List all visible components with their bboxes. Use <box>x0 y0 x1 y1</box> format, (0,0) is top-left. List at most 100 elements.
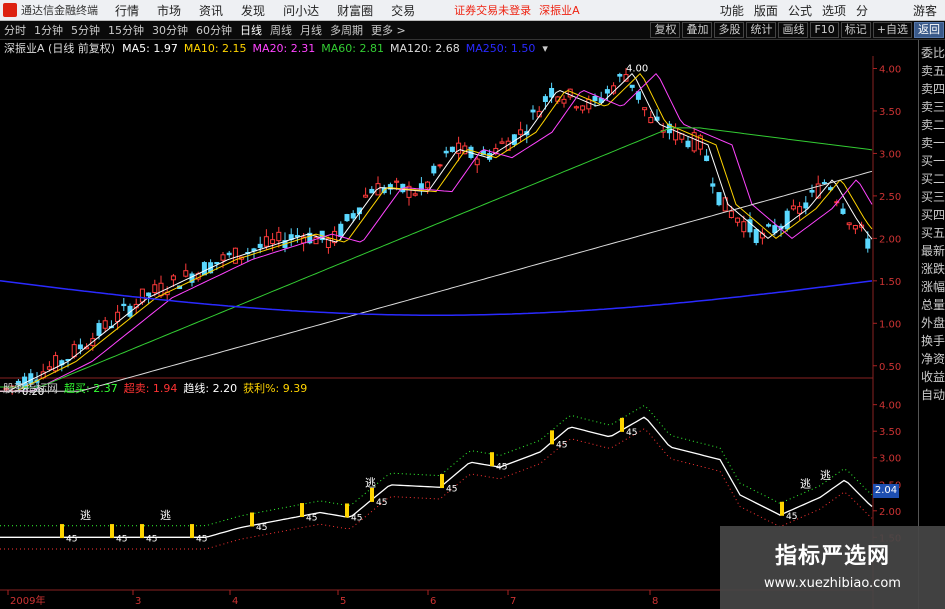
candle-body <box>77 344 83 350</box>
period-monthly[interactable]: 月线 <box>300 22 322 38</box>
sidebar-item-change[interactable]: 涨跌 <box>920 260 945 278</box>
sidebar-item-ask5[interactable]: 卖五 <box>920 62 945 80</box>
sidebar-item-committee-ratio[interactable]: 委比 <box>920 44 945 62</box>
menu-item-quotes[interactable]: 行情 <box>115 2 139 19</box>
guest-button[interactable]: 游客 <box>913 2 937 19</box>
menu-item-split[interactable]: 分 <box>856 2 868 19</box>
candle-body <box>201 262 207 276</box>
sidebar-item-outer[interactable]: 外盘 <box>920 314 945 332</box>
high-annotation: 4.00 <box>626 63 648 74</box>
candle-body <box>846 222 852 226</box>
menu-item-trade[interactable]: 交易 <box>391 2 415 19</box>
sidebar-item-bid2[interactable]: 买二 <box>920 170 945 188</box>
candle-body <box>338 223 344 237</box>
signal-label: 45 <box>556 441 567 451</box>
sidebar-item-net-asset[interactable]: 净资 <box>920 350 945 368</box>
sidebar-item-last[interactable]: 最新 <box>920 242 945 260</box>
multi-stock-button[interactable]: 多股 <box>714 22 745 38</box>
period-30min[interactable]: 30分钟 <box>152 22 188 38</box>
menu-item-news[interactable]: 资讯 <box>199 2 223 19</box>
menu-item-options[interactable]: 选项 <box>822 2 846 19</box>
candle-body <box>115 311 121 323</box>
candle-body <box>437 164 443 167</box>
mark-button[interactable]: 标记 <box>840 22 871 38</box>
adjust-button[interactable]: 复权 <box>650 22 681 38</box>
candle-body <box>542 96 548 102</box>
ma5-label: MA5: 1.97 <box>122 41 178 55</box>
signal-label: 45 <box>196 534 207 544</box>
period-timeshare[interactable]: 分时 <box>4 22 26 38</box>
ma10-label: MA10: 2.15 <box>183 41 247 55</box>
period-more[interactable]: 更多 > <box>371 22 406 38</box>
candle-body <box>673 127 679 141</box>
period-weekly[interactable]: 周线 <box>270 22 292 38</box>
period-15min[interactable]: 15分钟 <box>108 22 144 38</box>
add-watchlist-button[interactable]: +自选 <box>872 22 912 38</box>
candle-body <box>530 109 536 113</box>
menu-item-wealth[interactable]: 财富圈 <box>337 2 373 19</box>
profit-bar <box>370 487 374 502</box>
sidebar-item-change-pct[interactable]: 涨幅 <box>920 278 945 296</box>
sidebar-item-auto[interactable]: 自动 <box>920 386 945 404</box>
signal-label: 45 <box>786 512 797 522</box>
candle-body <box>214 261 220 265</box>
trend-line <box>0 416 873 538</box>
menu-item-formula[interactable]: 公式 <box>788 2 812 19</box>
period-daily[interactable]: 日线 <box>240 22 262 38</box>
candle-body <box>592 96 598 102</box>
candle-body <box>350 213 356 219</box>
price-tick-label: 0.50 <box>879 362 901 373</box>
period-5min[interactable]: 5分钟 <box>71 22 100 38</box>
candle-body <box>586 98 592 110</box>
sidebar-item-ask1[interactable]: 卖一 <box>920 134 945 152</box>
sidebar-item-ask2[interactable]: 卖二 <box>920 116 945 134</box>
signal-label: 45 <box>496 462 507 472</box>
signal-label: 45 <box>146 534 157 544</box>
profit-bar <box>140 524 144 539</box>
candle-body <box>96 323 102 336</box>
period-1min[interactable]: 1分钟 <box>34 22 63 38</box>
menu-item-discover[interactable]: 发现 <box>241 2 265 19</box>
sidebar-item-bid1[interactable]: 买一 <box>920 152 945 170</box>
profit-bar <box>345 503 349 518</box>
time-tick-label: 8 <box>652 596 658 607</box>
candle-body <box>263 236 269 247</box>
sidebar-item-ask3[interactable]: 卖三 <box>920 98 945 116</box>
f10-button[interactable]: F10 <box>810 22 839 38</box>
candle-body <box>158 282 164 297</box>
return-button[interactable]: 返回 <box>914 22 944 38</box>
menu-item-ask[interactable]: 问小达 <box>283 2 319 19</box>
menu-item-market[interactable]: 市场 <box>157 2 181 19</box>
menu-item-function[interactable]: 功能 <box>720 2 744 19</box>
price-tick-label: 3.00 <box>879 149 901 160</box>
time-tick-label: 2009年 <box>10 594 45 607</box>
candle-body <box>425 181 431 189</box>
time-tick-label: 5 <box>340 596 346 607</box>
ma20-line <box>0 72 873 392</box>
sidebar-item-turnover[interactable]: 换手 <box>920 332 945 350</box>
sidebar-item-volume[interactable]: 总量 <box>920 296 945 314</box>
collapse-chevron-icon[interactable]: ▾ <box>542 42 548 55</box>
menu-item-layout[interactable]: 版面 <box>754 2 778 19</box>
sidebar-item-earnings[interactable]: 收益 <box>920 368 945 386</box>
stats-button[interactable]: 统计 <box>746 22 777 38</box>
profit-bar <box>620 417 624 432</box>
time-tick-label: 3 <box>135 596 141 607</box>
draw-button[interactable]: 画线 <box>778 22 809 38</box>
sidebar-item-ask4[interactable]: 卖四 <box>920 80 945 98</box>
sidebar-item-bid5[interactable]: 买五 <box>920 224 945 242</box>
profit-label: 获利%: 9.39 <box>243 381 308 395</box>
candle-body <box>784 210 790 230</box>
sidebar-item-bid3[interactable]: 买三 <box>920 188 945 206</box>
overlay-button[interactable]: 叠加 <box>682 22 713 38</box>
period-multi[interactable]: 多周期 <box>330 22 363 38</box>
sidebar-item-bid4[interactable]: 买四 <box>920 206 945 224</box>
escape-label: 逃 <box>160 509 171 522</box>
candle-body <box>704 155 710 162</box>
kline-chart[interactable]: 4.00 3.50 3.00 2.50 2.00 1.50 1.00 0.50 4.00 3.50… <box>0 40 918 609</box>
period-60min[interactable]: 60分钟 <box>196 22 232 38</box>
candle-body <box>549 88 555 98</box>
time-tick-label: 6 <box>430 596 436 607</box>
candle-body <box>257 243 263 248</box>
ma250-label: MA250: 1.50 <box>465 41 536 55</box>
